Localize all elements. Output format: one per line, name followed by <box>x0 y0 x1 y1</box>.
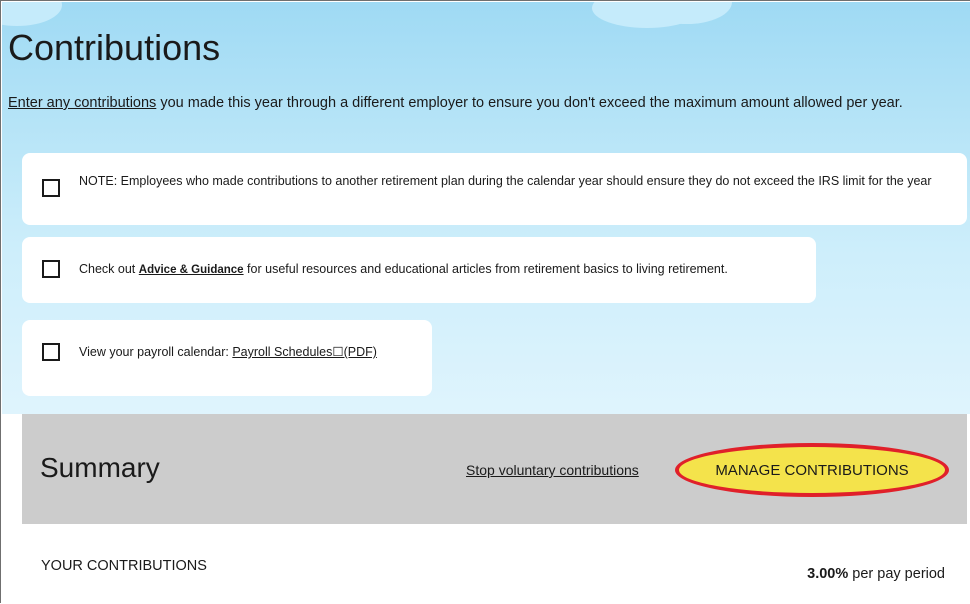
intro-rest: you made this year through a different e… <box>156 95 903 111</box>
note-text-1: NOTE: Employees who made contributions t… <box>79 174 932 188</box>
stop-voluntary-contributions-link[interactable]: Stop voluntary contributions <box>466 462 639 478</box>
note-card-advice: Check out Advice & Guidance for useful r… <box>22 237 816 303</box>
note-card-irs-limit: NOTE: Employees who made contributions t… <box>22 153 967 225</box>
note-checkbox-1[interactable] <box>42 179 60 197</box>
your-contributions-label: YOUR CONTRIBUTIONS <box>41 558 207 574</box>
page-frame: Contributions Enter any contributions yo… <box>0 0 970 604</box>
page-title: Contributions <box>8 27 221 68</box>
contribution-unit: per pay period <box>848 566 945 582</box>
note-text-3: View your payroll calendar: Payroll Sche… <box>79 344 424 361</box>
note-card-payroll: View your payroll calendar: Payroll Sche… <box>22 320 432 396</box>
summary-section: Summary Stop voluntary contributions MAN… <box>22 414 967 524</box>
note-suffix-2: for useful resources and educational art… <box>243 262 728 276</box>
intro-text: Enter any contributions you made this ye… <box>8 93 968 114</box>
contribution-rate: 3.00% per pay period <box>807 566 945 582</box>
contribution-percent: 3.00% <box>807 566 849 582</box>
your-contributions-row: YOUR CONTRIBUTIONS 3.00% per pay period <box>22 524 967 604</box>
payroll-schedules-link[interactable]: Payroll Schedules☐(PDF) <box>232 345 377 359</box>
note-prefix-2: Check out <box>79 262 139 276</box>
note-checkbox-3[interactable] <box>42 343 60 361</box>
note-checkbox-2[interactable] <box>42 260 60 278</box>
enter-contributions-link[interactable]: Enter any contributions <box>8 95 156 111</box>
manage-contributions-button[interactable]: MANAGE CONTRIBUTIONS <box>675 443 949 497</box>
summary-title: Summary <box>40 452 160 483</box>
cloud-decoration <box>2 2 62 26</box>
note-prefix-3: View your payroll calendar: <box>79 345 233 359</box>
note-text-2: Check out Advice & Guidance for useful r… <box>79 261 814 279</box>
advice-guidance-link[interactable]: Advice & Guidance <box>139 264 244 276</box>
